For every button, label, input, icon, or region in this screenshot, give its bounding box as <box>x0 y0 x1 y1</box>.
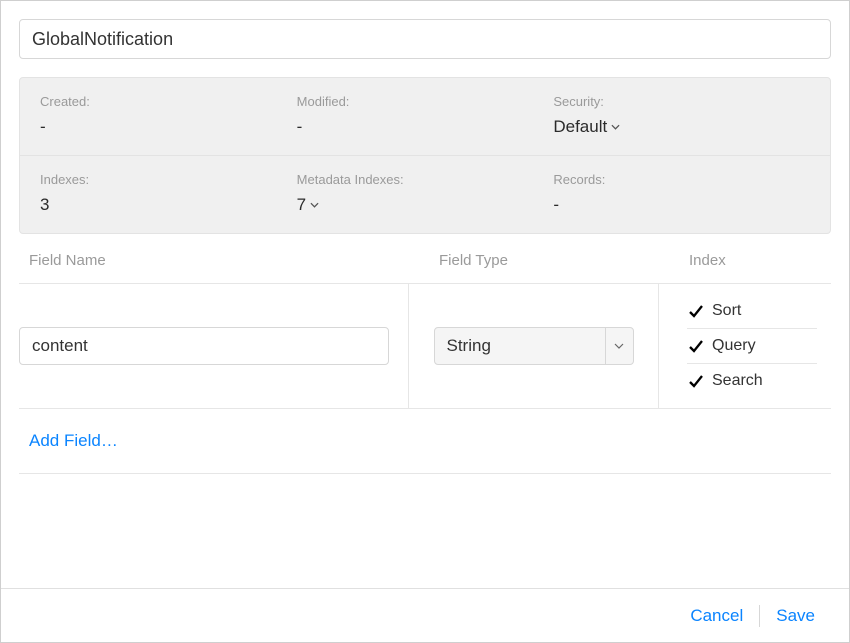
metadata-box: Created: - Modified: - Security: Default <box>19 77 831 234</box>
field-type-value: String <box>435 328 605 364</box>
index-search-row: Search <box>687 364 817 398</box>
index-query-row: Query <box>687 329 817 364</box>
field-type-select[interactable]: String <box>434 327 634 365</box>
column-header-field-name: Field Name <box>29 252 439 269</box>
index-search-label: Search <box>712 372 763 390</box>
metadata-indexes-value: 7 <box>297 195 306 215</box>
cancel-button[interactable]: Cancel <box>674 602 759 630</box>
field-name-input[interactable] <box>19 327 389 365</box>
records-value: - <box>553 195 810 215</box>
created-label: Created: <box>40 94 297 109</box>
index-query-label: Query <box>712 337 756 355</box>
column-header-index: Index <box>669 252 821 269</box>
metadata-created: Created: - <box>40 94 297 137</box>
field-index-cell: Sort Query Search <box>659 284 831 408</box>
add-field-row: Add Field… <box>19 409 831 474</box>
metadata-row-2: Indexes: 3 Metadata Indexes: 7 Records: … <box>20 155 830 233</box>
security-label: Security: <box>553 94 810 109</box>
record-type-editor-panel: Created: - Modified: - Security: Default <box>0 0 850 643</box>
footer: Cancel Save <box>1 588 849 642</box>
metadata-security: Security: Default <box>553 94 810 137</box>
add-field-link[interactable]: Add Field… <box>29 431 118 450</box>
metadata-row-1: Created: - Modified: - Security: Default <box>20 78 830 155</box>
panel-content: Created: - Modified: - Security: Default <box>1 1 849 588</box>
security-dropdown[interactable]: Default <box>553 117 620 137</box>
field-type-arrow <box>605 328 633 364</box>
modified-value: - <box>297 117 554 137</box>
records-label: Records: <box>553 172 810 187</box>
indexes-value: 3 <box>40 195 297 215</box>
metadata-indexes: Indexes: 3 <box>40 172 297 215</box>
save-button[interactable]: Save <box>760 602 831 630</box>
modified-label: Modified: <box>297 94 554 109</box>
metadata-records: Records: - <box>553 172 810 215</box>
field-row: String Sort Query <box>19 284 831 409</box>
chevron-down-icon <box>611 124 620 130</box>
record-type-name-input[interactable] <box>19 19 831 59</box>
chevron-down-icon <box>614 343 624 349</box>
fields-table-header: Field Name Field Type Index <box>19 234 831 284</box>
checkmark-icon <box>688 338 704 354</box>
column-header-field-type: Field Type <box>439 252 669 269</box>
index-sort-label: Sort <box>712 302 741 320</box>
created-value: - <box>40 117 297 137</box>
index-query-checkbox[interactable] <box>687 338 704 355</box>
checkmark-icon <box>688 373 704 389</box>
index-search-checkbox[interactable] <box>687 373 704 390</box>
indexes-label: Indexes: <box>40 172 297 187</box>
index-sort-checkbox[interactable] <box>687 303 704 320</box>
index-sort-row: Sort <box>687 294 817 329</box>
metadata-modified: Modified: - <box>297 94 554 137</box>
chevron-down-icon <box>310 202 319 208</box>
security-value: Default <box>553 117 607 137</box>
field-name-cell <box>19 284 409 408</box>
checkmark-icon <box>688 303 704 319</box>
metadata-indexes-dropdown[interactable]: 7 <box>297 195 319 215</box>
metadata-indexes-label: Metadata Indexes: <box>297 172 554 187</box>
field-type-cell: String <box>409 284 659 408</box>
metadata-metadata-indexes: Metadata Indexes: 7 <box>297 172 554 215</box>
